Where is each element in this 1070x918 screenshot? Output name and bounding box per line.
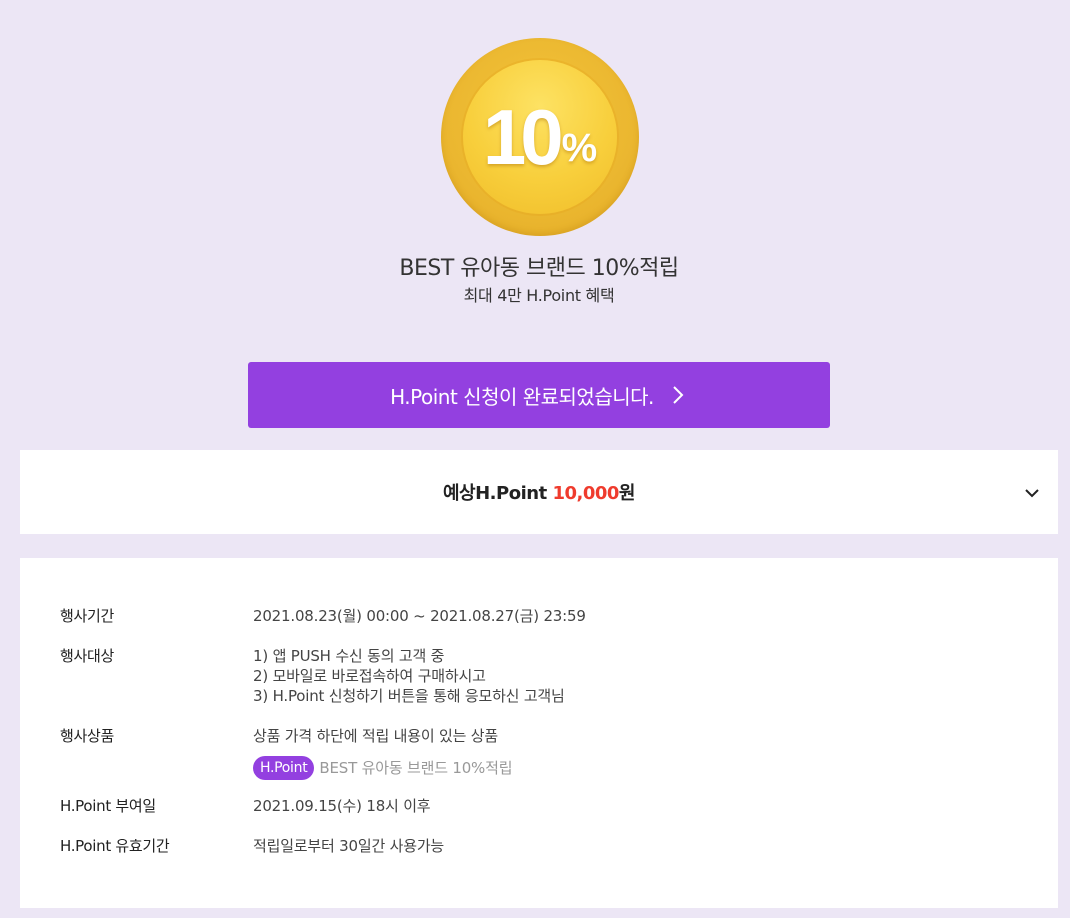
expected-points-text: 예상H.Point 10,000원 [443, 479, 635, 505]
target-value: 1) 앱 PUSH 수신 동의 고객 중 2) 모바일로 바로접속하여 구매하시… [253, 646, 1013, 706]
validity-value: 적립일로부터 30일간 사용가능 [253, 837, 445, 855]
apply-button-label: H.Point 신청이 완료되었습니다. [390, 384, 654, 409]
target-label: 행사대상 [60, 647, 115, 665]
validity-label: H.Point 유효기간 [60, 837, 170, 855]
products-value: 상품 가격 하단에 적립 내용이 있는 상품 H.Point BEST 유아동 … [253, 726, 1013, 780]
coin-text: 10 % [441, 38, 639, 236]
chevron-down-icon[interactable] [1022, 483, 1042, 503]
expected-points-panel[interactable]: 예상H.Point 10,000원 [20, 450, 1058, 534]
coin-badge: 10 % [441, 38, 639, 236]
coin-number: 10 [482, 93, 564, 181]
products-description: 상품 가격 하단에 적립 내용이 있는 상품 [253, 727, 499, 745]
hpoint-badge: H.Point [253, 756, 315, 780]
expected-points-unit: 원 [618, 483, 636, 504]
event-details-panel: 행사기간 2021.08.23(월) 00:00 ~ 2021.08.27(금)… [20, 558, 1058, 908]
chevron-right-icon [673, 386, 684, 404]
period-value: 2021.08.23(월) 00:00 ~ 2021.08.27(금) 23:5… [253, 607, 586, 625]
hpoint-badge-desc: BEST 유아동 브랜드 10%적립 [319, 759, 513, 777]
period-label: 행사기간 [60, 607, 115, 625]
grant-date-value: 2021.09.15(수) 18시 이후 [253, 797, 431, 815]
apply-complete-button[interactable]: H.Point 신청이 완료되었습니다. [248, 362, 830, 428]
expected-points-value: 10,000 [552, 483, 619, 504]
event-subtitle: 최대 4만 H.Point 혜택 [463, 286, 615, 305]
hero-section: 10 % BEST 유아동 브랜드 10%적립 최대 4만 H.Point 혜택 [0, 0, 1070, 340]
event-title: BEST 유아동 브랜드 10%적립 [399, 256, 679, 281]
products-badge-line: H.Point BEST 유아동 브랜드 10%적립 [253, 756, 1013, 780]
grant-date-label: H.Point 부여일 [60, 797, 156, 815]
target-line-2: 2) 모바일로 바로접속하여 구매하시고 [253, 667, 486, 685]
target-line-1: 1) 앱 PUSH 수신 동의 고객 중 [253, 647, 445, 665]
products-label: 행사상품 [60, 727, 115, 745]
target-line-3: 3) H.Point 신청하기 버튼을 통해 응모하신 고객님 [253, 687, 565, 705]
coin-percent: % [561, 126, 598, 170]
expected-points-label: 예상H.Point [443, 483, 547, 504]
